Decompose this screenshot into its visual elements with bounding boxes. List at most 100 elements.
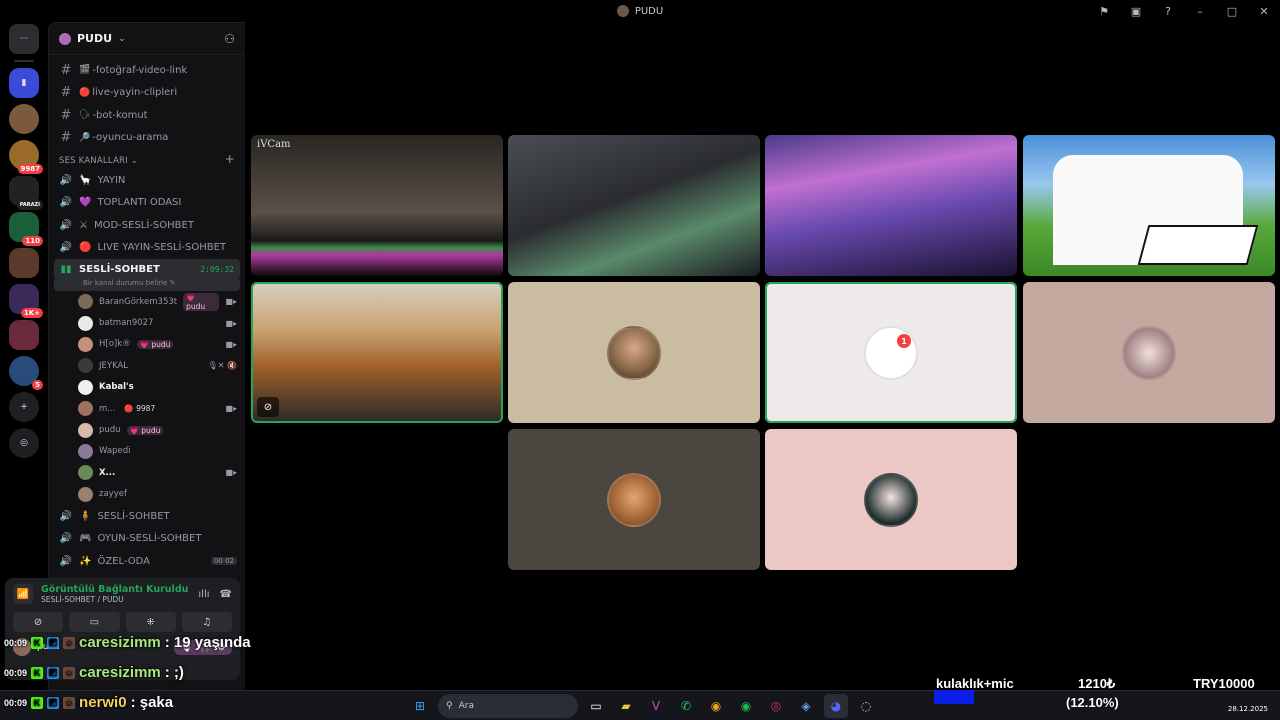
voice-member[interactable]: m... 🔴 9987 ■▸ (49, 398, 245, 419)
invite-icon[interactable]: ⚇ (224, 32, 235, 46)
speaker-icon: 🔊 (59, 555, 73, 567)
notification-badge: 1 (897, 334, 911, 348)
add-channel-icon[interactable]: + (225, 152, 235, 166)
server-icon[interactable] (9, 248, 39, 278)
task-view-icon[interactable]: ▭ (584, 694, 608, 718)
active-voice-channel[interactable]: ▮▮ SESLİ-SOHBET 2:09:32 (54, 259, 240, 279)
discord-icon[interactable]: ◕ (824, 694, 848, 718)
chrome-icon[interactable]: ◉ (704, 694, 728, 718)
text-channel[interactable]: # 🔎 -oyuncu-arama (49, 127, 245, 150)
voice-member[interactable]: BaranGörkem353t 💗 pudu ■▸ (49, 291, 245, 312)
minimize-button[interactable]: – (1184, 0, 1216, 22)
voice-member[interactable]: Wapedi (49, 441, 245, 462)
voice-member[interactable]: H[o]k® 💗 pudu ■▸ (49, 334, 245, 355)
server-icon[interactable]: 9987 (9, 140, 43, 174)
video-tile[interactable] (508, 135, 760, 276)
avatar-tile-speaking[interactable]: 1 (765, 282, 1017, 423)
camera-icon: ■▸ (225, 318, 237, 328)
instagram-icon[interactable]: ◎ (764, 694, 788, 718)
voice-channel[interactable]: 🔊 🎮 OYUN-SESLİ-SOHBET (49, 527, 245, 550)
channel-emoji: 🗣 (79, 110, 91, 121)
voice-member[interactable]: batman9027 ■▸ (49, 312, 245, 333)
channel-emoji: 🔎 (79, 132, 91, 143)
voice-member[interactable]: JEYKAL 🎙✕ 🔇 (49, 355, 245, 376)
maximize-button[interactable]: □ (1216, 0, 1248, 22)
direct-messages-button[interactable]: ··· (9, 24, 39, 54)
guild-icon (59, 32, 71, 45)
signal-icon[interactable]: 📶 (13, 584, 33, 604)
whatsapp-icon[interactable]: ✆ (674, 694, 698, 718)
voice-channel[interactable]: 🔊 ✨ ÖZEL-ODA 00 02 (49, 550, 245, 573)
sub-badge-icon: ◩ (47, 666, 60, 679)
member-tag: 💗 pudu (183, 292, 220, 311)
discover-icon[interactable]: ◎ (9, 428, 39, 458)
speaker-icon: 🔊 (59, 174, 73, 186)
file-explorer-icon[interactable]: ▰ (614, 694, 638, 718)
server-icon[interactable]: 5 (9, 356, 43, 390)
keyboard-image (1137, 225, 1259, 265)
taskbar-search[interactable]: ⚲ Ara (438, 694, 578, 718)
text-channel[interactable]: # 🎬 -fotoğraf-video-link (49, 59, 245, 82)
noise-suppression-icon[interactable]: ıllı (198, 589, 209, 600)
channel-emoji: ⚔ (79, 219, 88, 231)
voice-channel[interactable]: 🔊 🦙 YAYIN (49, 169, 245, 192)
avatar-tile[interactable] (508, 429, 760, 570)
voice-channel[interactable]: 🔊 🧍 SESLİ-SOHBET (49, 505, 245, 528)
channel-status[interactable]: Bir kanal durumu belirle ✎ (54, 279, 240, 291)
add-server-icon[interactable]: + (9, 392, 39, 422)
disconnect-icon[interactable]: ☎ (220, 589, 232, 600)
voice-channel[interactable]: 🔊 🔴 LIVE YAYIN-SESLİ-SOHBET (49, 237, 245, 260)
speaker-icon: 🔊 (59, 533, 73, 545)
title-bar: PUDU ⚑ ▣ ? – □ ✕ (0, 0, 1280, 22)
activities-button[interactable]: ⁜ (125, 612, 176, 632)
text-channel[interactable]: # 🗣 -bot-komut (49, 104, 245, 127)
chat-message: 00:09 K ◩ ☺ nerwi0 : şaka (4, 694, 173, 711)
video-tile[interactable] (1023, 135, 1275, 276)
chevron-down-icon: ⌄ (118, 33, 126, 44)
avatar-tile[interactable] (765, 429, 1017, 570)
server-badge: 9987 (17, 164, 43, 174)
hash-icon: # (60, 85, 72, 101)
app-icon[interactable]: V (644, 694, 668, 718)
folder-server[interactable]: ▮ (9, 68, 39, 98)
obs-icon[interactable]: ◌ (854, 694, 878, 718)
guild-header[interactable]: PUDU ⌄ ⚇ (49, 23, 245, 55)
avatar-tile[interactable] (508, 282, 760, 423)
search-icon: ⚲ (446, 701, 453, 711)
server-icon[interactable]: PARAZI (9, 176, 43, 210)
voice-member[interactable]: zayyef (49, 484, 245, 505)
server-icon[interactable] (9, 320, 39, 350)
flag-icon[interactable]: ⚑ (1088, 0, 1120, 22)
spotify-icon[interactable]: ◉ (734, 694, 758, 718)
server-icon[interactable] (9, 104, 39, 134)
speaker-icon: 🔊 (59, 242, 73, 254)
inbox-icon[interactable]: ▣ (1120, 0, 1152, 22)
avatar-tile[interactable] (1023, 282, 1275, 423)
video-tile[interactable]: iVCam (251, 135, 503, 276)
search-placeholder: Ara (458, 701, 474, 711)
start-icon[interactable]: ⊞ (408, 694, 432, 718)
screen-share-button[interactable]: ▭ (69, 612, 120, 632)
channel-name: -bot-komut (92, 109, 148, 121)
help-icon[interactable]: ? (1152, 0, 1184, 22)
speaker-icon: 🔊 (59, 510, 73, 522)
voice-channel[interactable]: 🔊 ⚔ MOD-SESLİ-SOHBET (49, 214, 245, 237)
text-channel[interactable]: # 🔴 live-yayin-clipleri (49, 82, 245, 105)
channel-emoji: 🎬 (79, 65, 91, 76)
voice-member[interactable]: X... ■▸ (49, 462, 245, 483)
app-icon[interactable]: ◈ (794, 694, 818, 718)
voice-member[interactable]: Kabal's (49, 377, 245, 398)
connection-channel[interactable]: SESLİ-SOHBET / PUDU (41, 595, 188, 604)
window-title: PUDU (616, 5, 663, 17)
rail-separator (14, 60, 34, 62)
server-icon[interactable]: 1K+ (9, 284, 43, 318)
voice-category-header[interactable]: SES KANALLARI ⌄ + (49, 149, 245, 169)
voice-member[interactable]: pudu 💗 pudu (49, 419, 245, 440)
voice-channel[interactable]: 🔊 💜 TOPLANTI ODASI (49, 192, 245, 215)
video-tile[interactable] (765, 135, 1017, 276)
soundboard-button[interactable]: ♫ (181, 612, 232, 632)
camera-toggle-button[interactable]: ⊘ (13, 612, 64, 632)
video-tile-speaking[interactable]: ⊘ (251, 282, 503, 423)
server-icon[interactable]: 110 (9, 212, 43, 246)
close-button[interactable]: ✕ (1248, 0, 1280, 22)
